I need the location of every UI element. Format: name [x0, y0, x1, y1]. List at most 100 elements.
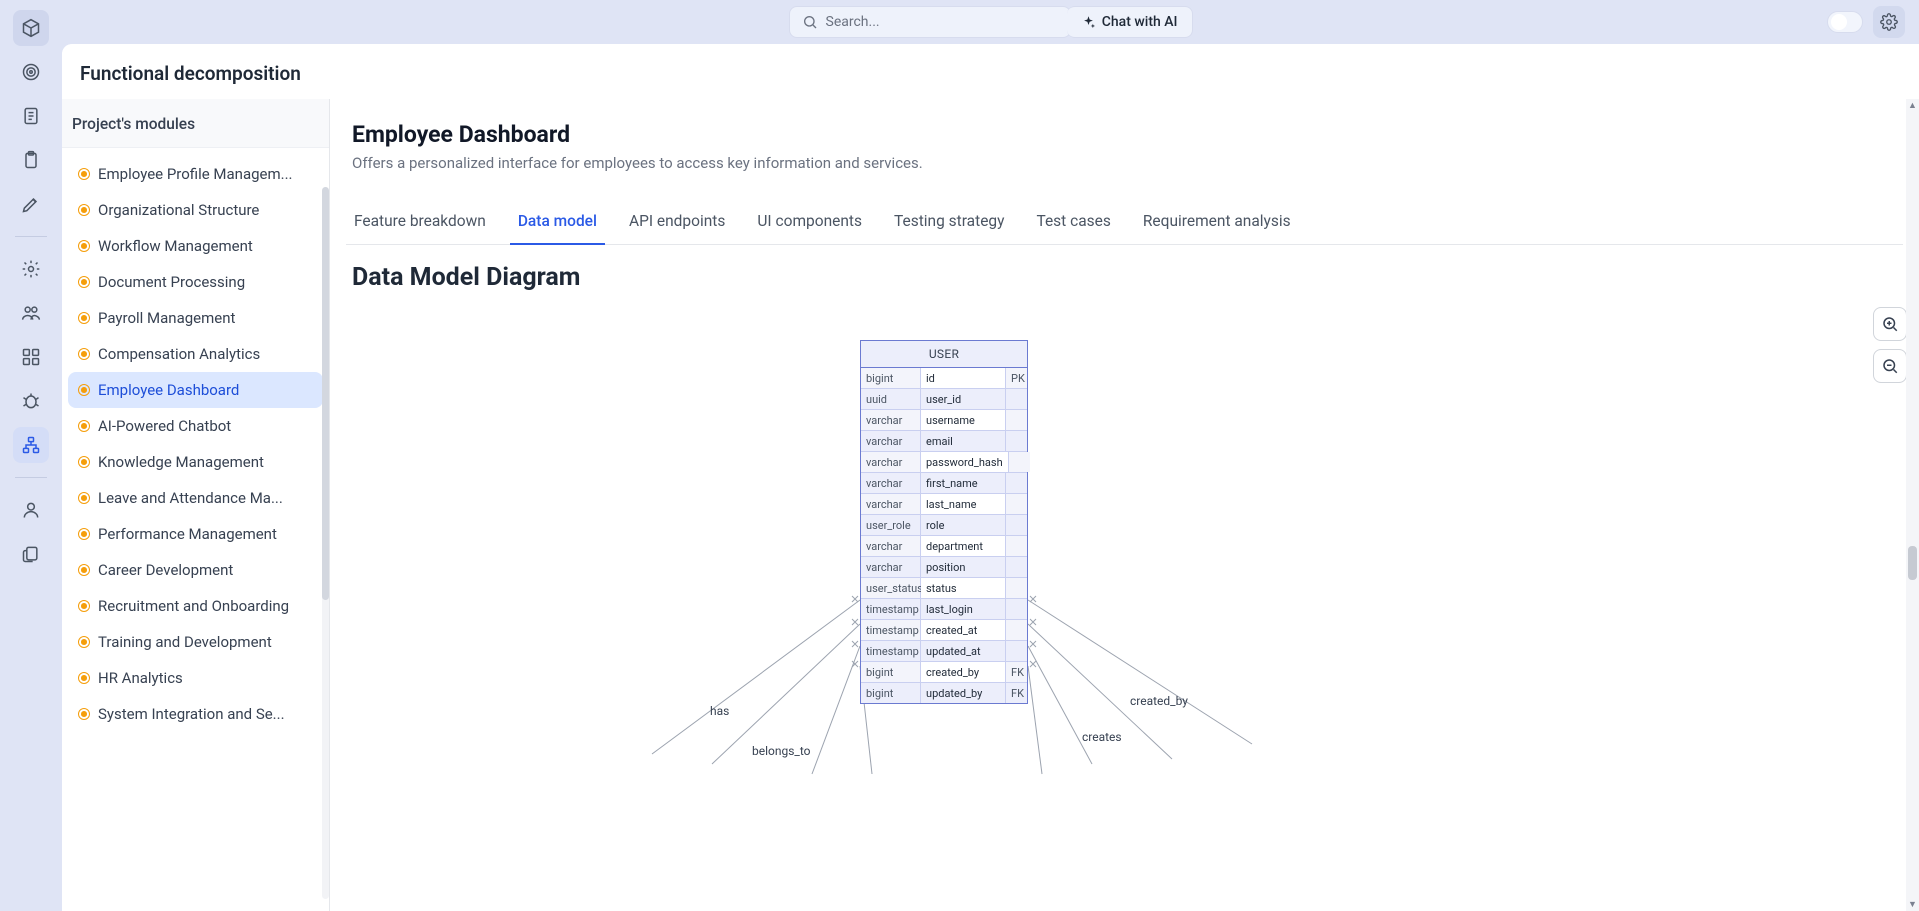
scroll-thumb[interactable]: [1908, 546, 1917, 580]
column-type: varchar: [861, 536, 921, 556]
grid-icon[interactable]: [13, 339, 49, 375]
detail-panel: Employee Dashboard Offers a personalized…: [330, 99, 1919, 911]
copy-icon[interactable]: [13, 536, 49, 572]
user-icon[interactable]: [13, 492, 49, 528]
column-name: department: [921, 536, 1005, 556]
module-item[interactable]: Performance Management: [68, 516, 323, 552]
main-scrollbar[interactable]: ▲ ▼: [1906, 99, 1919, 911]
modules-title: Project's modules: [62, 99, 329, 148]
tab[interactable]: Data model: [516, 206, 599, 244]
module-item[interactable]: Workflow Management: [68, 228, 323, 264]
module-item[interactable]: HR Analytics: [68, 660, 323, 696]
page-title: Functional decomposition: [62, 44, 1919, 99]
column-type: varchar: [861, 452, 921, 472]
search-input[interactable]: Search...: [789, 6, 1071, 38]
target-icon[interactable]: [13, 54, 49, 90]
entity-column-row: varcharpassword_hash: [861, 451, 1027, 472]
module-label: System Integration and Se...: [98, 705, 285, 723]
column-name: first_name: [921, 473, 1005, 493]
entity-column-row: varcharfirst_name: [861, 472, 1027, 493]
chat-ai-button[interactable]: Chat with AI: [1067, 6, 1193, 38]
entity-column-row: user_rolerole: [861, 514, 1027, 535]
bug-icon[interactable]: [13, 383, 49, 419]
rail-divider: [15, 236, 47, 237]
module-label: Knowledge Management: [98, 453, 264, 471]
status-bullet-icon: [78, 276, 90, 288]
modules-list: Employee Profile Managem... Organizationa…: [62, 148, 329, 911]
column-type: timestamp: [861, 599, 921, 619]
module-label: HR Analytics: [98, 669, 183, 687]
module-item[interactable]: Document Processing: [68, 264, 323, 300]
sidebar-scrollbar[interactable]: [322, 187, 329, 899]
module-item[interactable]: Leave and Attendance Ma...: [68, 480, 323, 516]
column-type: varchar: [861, 410, 921, 430]
column-name: created_at: [921, 620, 1005, 640]
module-label: Organizational Structure: [98, 201, 259, 219]
tab[interactable]: API endpoints: [627, 206, 727, 244]
column-key: [1005, 389, 1027, 409]
status-bullet-icon: [78, 708, 90, 720]
module-item[interactable]: Employee Dashboard: [68, 372, 323, 408]
column-key: [1005, 557, 1027, 577]
column-name: email: [921, 431, 1005, 451]
entity-column-row: timestamplast_login: [861, 598, 1027, 619]
entity-column-row: varcharusername: [861, 409, 1027, 430]
settings-button[interactable]: [1873, 6, 1905, 38]
tab[interactable]: Feature breakdown: [352, 206, 488, 244]
status-bullet-icon: [78, 600, 90, 612]
decomposition-icon[interactable]: [13, 427, 49, 463]
column-name: position: [921, 557, 1005, 577]
column-key: FK: [1005, 662, 1027, 682]
logo-icon[interactable]: [13, 10, 49, 46]
column-type: varchar: [861, 473, 921, 493]
entity-column-row: bigintcreated_byFK: [861, 661, 1027, 682]
module-item[interactable]: Payroll Management: [68, 300, 323, 336]
status-bullet-icon: [78, 312, 90, 324]
pen-icon[interactable]: [13, 186, 49, 222]
column-key: [1008, 452, 1030, 472]
column-type: varchar: [861, 431, 921, 451]
tab[interactable]: UI components: [755, 206, 864, 244]
module-item[interactable]: Employee Profile Managem...: [68, 156, 323, 192]
module-label: Payroll Management: [98, 309, 235, 327]
clipboard-icon[interactable]: [13, 142, 49, 178]
column-name: id: [921, 368, 1005, 388]
entity-user[interactable]: USER bigintidPKuuiduser_idvarcharusernam…: [860, 340, 1028, 704]
module-label: Career Development: [98, 561, 233, 579]
column-type: varchar: [861, 494, 921, 514]
module-label: Employee Dashboard: [98, 381, 239, 399]
entity-column-row: bigintupdated_byFK: [861, 682, 1027, 703]
module-label: AI-Powered Chatbot: [98, 417, 231, 435]
module-item[interactable]: Career Development: [68, 552, 323, 588]
document-icon[interactable]: [13, 98, 49, 134]
module-item[interactable]: Compensation Analytics: [68, 336, 323, 372]
module-item[interactable]: Recruitment and Onboarding: [68, 588, 323, 624]
gear-icon[interactable]: [13, 251, 49, 287]
column-name: status: [921, 578, 1005, 598]
column-type: timestamp: [861, 641, 921, 661]
column-key: FK: [1005, 683, 1027, 703]
module-item[interactable]: AI-Powered Chatbot: [68, 408, 323, 444]
tab[interactable]: Requirement analysis: [1141, 206, 1293, 244]
module-item[interactable]: Organizational Structure: [68, 192, 323, 228]
diagram-canvas[interactable]: USER bigintidPKuuiduser_idvarcharusernam…: [352, 304, 1897, 864]
scroll-up-icon: ▲: [1906, 99, 1919, 112]
column-key: [1005, 578, 1027, 598]
module-item[interactable]: Knowledge Management: [68, 444, 323, 480]
column-type: uuid: [861, 389, 921, 409]
column-key: [1005, 410, 1027, 430]
module-item[interactable]: Training and Development: [68, 624, 323, 660]
people-icon[interactable]: [13, 295, 49, 331]
tabs: Feature breakdown Data model API endpoints…: [346, 194, 1903, 245]
column-name: updated_by: [921, 683, 1005, 703]
theme-toggle[interactable]: [1827, 11, 1863, 33]
column-key: [1005, 431, 1027, 451]
module-item[interactable]: System Integration and Se...: [68, 696, 323, 732]
tab[interactable]: Test cases: [1034, 206, 1112, 244]
diagram-title: Data Model Diagram: [352, 263, 1897, 292]
status-bullet-icon: [78, 492, 90, 504]
relation-label: has: [710, 704, 729, 718]
tab[interactable]: Testing strategy: [892, 206, 1006, 244]
column-key: [1005, 494, 1027, 514]
module-label: Leave and Attendance Ma...: [98, 489, 283, 507]
